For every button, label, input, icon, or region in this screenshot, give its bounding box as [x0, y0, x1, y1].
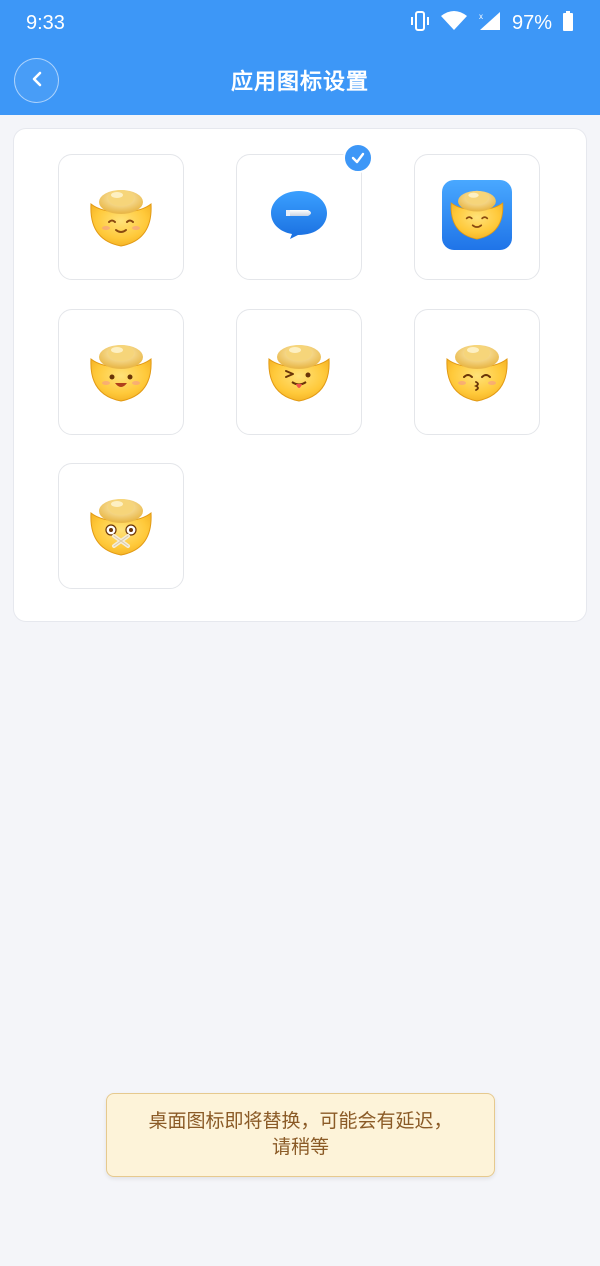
- title-bar: 应用图标设置: [0, 46, 600, 115]
- battery-icon: [562, 10, 574, 36]
- icon-option-gold-ingot-smile[interactable]: [58, 154, 184, 280]
- icon-option-gold-ingot-happy[interactable]: [58, 309, 184, 435]
- status-time: 9:33: [26, 11, 65, 34]
- wifi-icon: [440, 10, 468, 36]
- svg-text:x: x: [479, 12, 483, 21]
- status-icons: x 97%: [410, 10, 574, 36]
- icon-option-gold-ingot-tape-mouth[interactable]: [58, 463, 184, 589]
- gold-ingot-tape-mouth-icon: [85, 491, 157, 561]
- icon-option-gold-ingot-kiss[interactable]: [414, 309, 540, 435]
- icon-option-gold-ingot-blue-square[interactable]: [414, 154, 540, 280]
- status-bar: 9:33 x 97%: [0, 0, 600, 46]
- icon-options-card: [14, 129, 586, 621]
- gold-ingot-kiss-icon: [441, 337, 513, 407]
- icon-option-gold-ingot-wink-tongue[interactable]: [236, 309, 362, 435]
- selected-check-badge: [343, 143, 373, 173]
- icon-option-message-bubble[interactable]: [236, 143, 373, 280]
- gold-ingot-wink-tongue-icon: [263, 337, 335, 407]
- vibrate-icon: [410, 10, 430, 36]
- toast-text: 桌面图标即将替换，可能会有延迟，请稍等: [148, 1110, 453, 1158]
- app-header: 9:33 x 97% 应用图标设置: [0, 0, 600, 115]
- message-bubble-icon: [264, 184, 334, 250]
- gold-ingot-smile-icon: [85, 182, 157, 252]
- signal-icon: x: [478, 10, 502, 36]
- battery-percent: 97%: [511, 11, 552, 34]
- page-title: 应用图标设置: [230, 70, 369, 95]
- checkmark-icon: [351, 149, 365, 168]
- gold-ingot-blue-square-icon: [442, 180, 512, 254]
- toast-message: 桌面图标即将替换，可能会有延迟，请稍等: [106, 1093, 495, 1177]
- gold-ingot-happy-icon: [85, 337, 157, 407]
